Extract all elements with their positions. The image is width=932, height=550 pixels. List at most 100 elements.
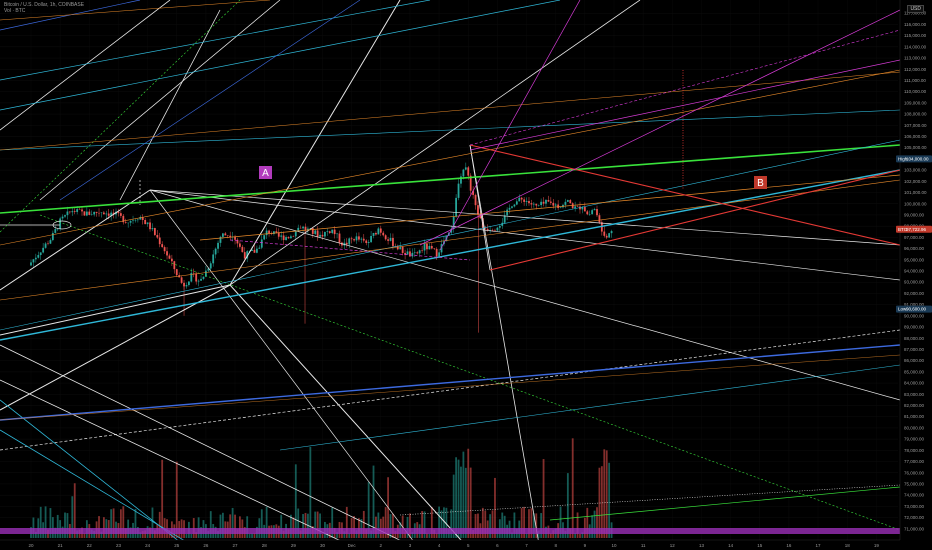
price-tick-label: 95,000.00	[904, 257, 925, 262]
volume-bar	[600, 466, 603, 538]
candle-body	[569, 200, 572, 204]
candle-body	[392, 237, 394, 247]
time-tick-label: 30	[320, 543, 326, 548]
candle-body	[387, 239, 389, 241]
candle-body	[515, 201, 518, 205]
time-tick-label: 19	[874, 543, 880, 548]
candle-body	[491, 229, 494, 231]
trendline-white	[0, 284, 231, 336]
candle-body	[217, 242, 219, 249]
candle-body	[258, 247, 261, 249]
time-tick-label: 29	[291, 543, 297, 548]
candle-body	[583, 207, 586, 212]
price-tick-label: 102,000.00	[904, 179, 927, 184]
candle-body	[416, 252, 419, 254]
price-tick-label: 106,000.00	[904, 134, 927, 139]
trendline-white	[119, 9, 221, 201]
annotation-label-b-text: B	[757, 178, 764, 189]
currency-badge[interactable]: USD	[907, 5, 924, 13]
candle-body	[389, 237, 392, 241]
candle-body	[285, 237, 287, 241]
candle-body	[418, 250, 421, 254]
price-tick-label: 88,000.00	[904, 336, 925, 341]
candle-body	[345, 242, 348, 245]
candle-body	[496, 227, 499, 231]
candle-body	[566, 200, 569, 202]
candle-body	[540, 201, 543, 206]
candle-body	[187, 281, 190, 286]
volume-bar	[316, 511, 319, 538]
candle-body	[547, 199, 550, 202]
annotation-label-a-text: A	[262, 168, 269, 179]
volume-bar	[309, 446, 312, 538]
volume-bar	[392, 513, 394, 538]
price-tick-label: 114,000.00	[904, 44, 927, 49]
volume-bar	[32, 517, 35, 538]
candle-body	[224, 233, 227, 236]
candle-body	[129, 221, 132, 223]
candle-body	[435, 248, 438, 257]
candle-body	[535, 203, 538, 206]
volume-bar	[409, 513, 411, 538]
price-axis[interactable]: 117,000.00116,000.00115,000.00114,000.00…	[899, 0, 932, 550]
time-tick-label: 21	[58, 543, 64, 548]
price-chart[interactable]: 117,000.00116,000.00115,000.00114,000.00…	[0, 0, 932, 550]
candle-body	[239, 243, 241, 247]
trendline-magenta	[419, 9, 901, 246]
volume-bar	[426, 533, 428, 538]
price-tick-label: 85,000.00	[904, 369, 925, 374]
price-tick-label: 96,000.00	[904, 246, 925, 251]
volume-bar	[462, 451, 465, 538]
candle-body	[576, 206, 579, 207]
candle-body	[525, 201, 528, 202]
candle-body	[467, 167, 470, 176]
candle-body	[51, 232, 54, 241]
volume-bar	[489, 514, 492, 538]
trendline-orange	[0, 69, 901, 246]
time-tick-label: 13	[699, 543, 705, 548]
volume-bar	[292, 517, 295, 538]
price-tick-label: 103,000.00	[904, 168, 927, 173]
price-tick-label: 116,000.00	[904, 22, 927, 27]
candle-body	[180, 277, 183, 283]
price-tick-label: 86,000.00	[904, 358, 925, 363]
candle-body	[532, 203, 535, 205]
volume-bar	[321, 533, 324, 538]
candle-body	[574, 206, 577, 209]
volume-bar	[348, 533, 351, 538]
volume-bar	[605, 450, 608, 538]
trendline-blue	[0, 344, 901, 421]
candle-body	[156, 234, 159, 238]
volume-bar	[423, 511, 426, 538]
candle-body	[360, 238, 363, 240]
price-tick-label: 100,000.00	[904, 201, 927, 206]
candle-body	[202, 276, 205, 279]
price-tick-label: 99,000.00	[904, 212, 925, 217]
volume-bar	[591, 515, 594, 538]
candle-body	[132, 220, 134, 222]
volume-bar	[304, 512, 307, 538]
time-axis[interactable]: 20 21 22 23 24 25 26 27 28 29 30 Dec 2 3 4 5 6 7 8 9 10 11 12 1…	[0, 539, 932, 550]
time-tick-label: Dec	[348, 543, 357, 548]
candle-body	[377, 228, 380, 235]
candle-body	[520, 197, 523, 200]
trendline-white	[149, 189, 901, 246]
candle-body	[93, 211, 96, 215]
volume-bar	[158, 511, 161, 538]
annotation-labels[interactable]: AB	[259, 166, 767, 189]
volume-bar	[455, 457, 458, 538]
candle-body	[605, 235, 608, 238]
candle-body	[170, 258, 173, 262]
candle-body	[331, 229, 334, 233]
volume-bar	[464, 467, 467, 538]
candle-body	[243, 252, 246, 259]
candle-body	[321, 234, 324, 237]
candle-body	[528, 201, 530, 204]
candle-body	[299, 227, 302, 229]
candle-body	[591, 210, 594, 215]
volume-bar	[280, 514, 283, 538]
candle-body	[44, 243, 47, 248]
volume-indicator-label[interactable]: Vol · BTC	[4, 8, 84, 14]
volume-bar	[389, 514, 392, 538]
candle-body	[518, 197, 521, 202]
